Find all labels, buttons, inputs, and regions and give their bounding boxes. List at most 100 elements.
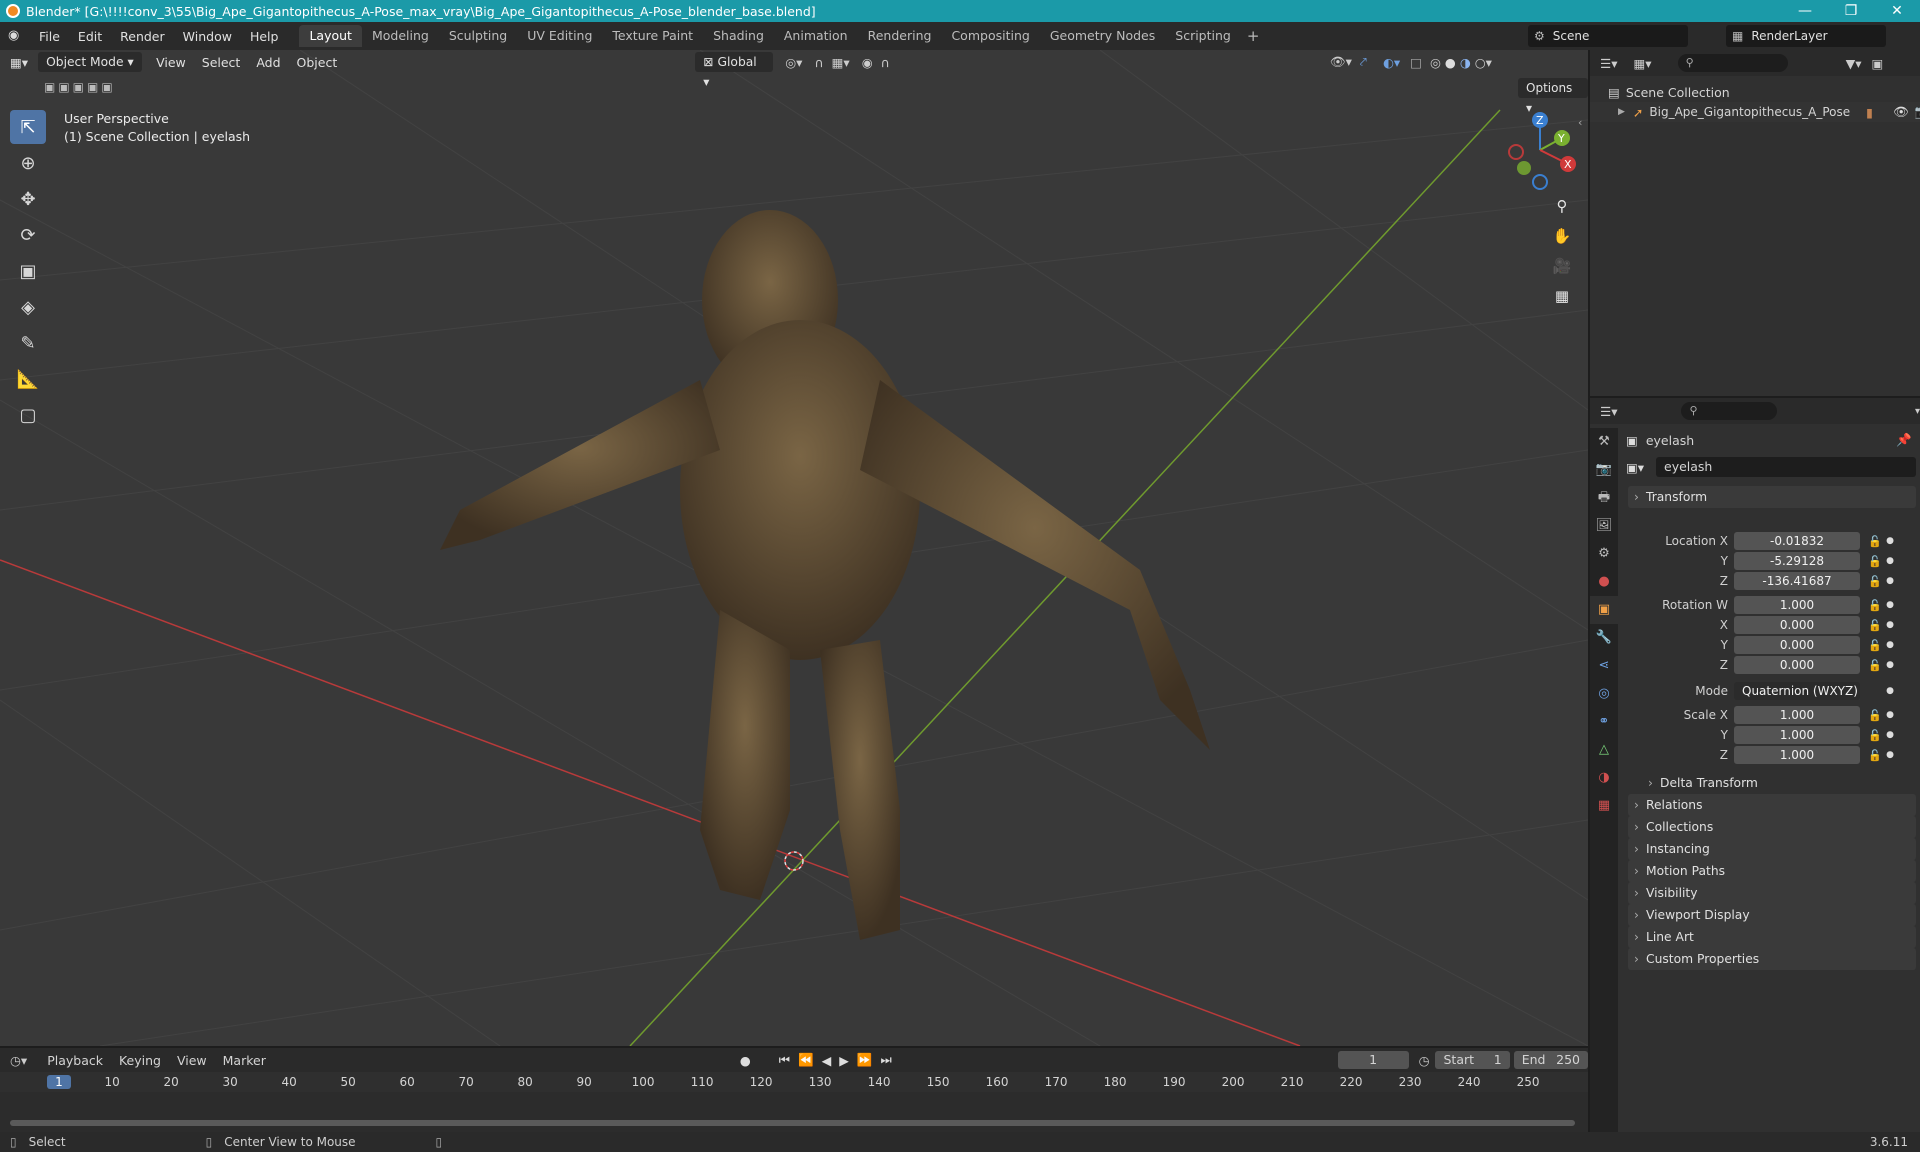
panel-custom-properties[interactable]: Custom Properties	[1628, 948, 1916, 970]
scale-z-field[interactable]: 1.000	[1734, 746, 1860, 764]
snap-target-icon[interactable]: ▦▾	[832, 55, 850, 70]
tab-geometry-nodes[interactable]: Geometry Nodes	[1040, 25, 1165, 47]
scale-x-field[interactable]: 1.000	[1734, 706, 1860, 724]
move-tool[interactable]: ✥	[10, 182, 46, 216]
end-frame-field[interactable]: End 250	[1513, 1051, 1588, 1069]
lock-icon[interactable]: 🔓	[1866, 709, 1884, 722]
selection-mode-buttons[interactable]: ▣▣▣▣▣	[44, 80, 116, 94]
timeline-menu-playback[interactable]: Playback	[39, 1053, 111, 1068]
tab-animation[interactable]: Animation	[774, 25, 858, 47]
keyframe-dot-icon[interactable]: ●	[1884, 750, 1896, 760]
keyframe-dot-icon[interactable]: ●	[1884, 556, 1896, 566]
start-frame-field[interactable]: Start 1	[1435, 1051, 1510, 1069]
rotate-tool[interactable]: ⟳	[10, 218, 46, 252]
data-tab-icon[interactable]: △	[1590, 736, 1618, 764]
object-tab-icon[interactable]: ▣	[1590, 596, 1618, 624]
rotation-z-field[interactable]: 0.000	[1734, 656, 1860, 674]
tab-sculpting[interactable]: Sculpting	[439, 25, 517, 47]
tab-rendering[interactable]: Rendering	[858, 25, 942, 47]
keyframe-dot-icon[interactable]: ●	[1884, 686, 1896, 696]
material-tab-icon[interactable]: ◑	[1590, 764, 1618, 792]
filter-icon[interactable]: ▼▾	[1846, 56, 1862, 71]
panel-line-art[interactable]: Line Art	[1628, 926, 1916, 948]
scene-collection-row[interactable]: ▤ Scene Collection	[1590, 82, 1920, 102]
snap-icon[interactable]: ∩	[814, 55, 823, 70]
scale-tool[interactable]: ▣	[10, 254, 46, 288]
timeline-scrollbar[interactable]	[10, 1120, 1575, 1126]
output-tab-icon[interactable]: 🖶	[1590, 484, 1618, 512]
keyframe-dot-icon[interactable]: ●	[1884, 710, 1896, 720]
view-layer-tab-icon[interactable]: 🖼	[1590, 512, 1618, 540]
navigation-gizmo[interactable]: Z Y X	[1500, 110, 1580, 190]
rotation-mode-dropdown[interactable]: Quaternion (WXYZ) ▾	[1734, 682, 1860, 716]
rotation-x-field[interactable]: 0.000	[1734, 616, 1860, 634]
material-shading-icon[interactable]: ◑	[1460, 55, 1471, 70]
object-type-icon[interactable]: ▣▾	[1626, 460, 1656, 475]
measure-tool[interactable]: 📐	[10, 362, 46, 396]
minimize-icon[interactable]: —	[1782, 0, 1828, 22]
panel-instancing[interactable]: Instancing	[1628, 838, 1916, 860]
wireframe-shading-icon[interactable]: ◎	[1430, 55, 1441, 70]
keyframe-dot-icon[interactable]: ●	[1884, 730, 1896, 740]
viewport-menu-add[interactable]: Add	[248, 55, 288, 70]
menu-file[interactable]: File	[30, 29, 69, 44]
lock-icon[interactable]: 🔓	[1866, 729, 1884, 742]
orientation-dropdown[interactable]: ⊠ Global ▾	[695, 52, 774, 89]
cursor-tool[interactable]: ⊕	[10, 146, 46, 180]
outliner-editor-icon[interactable]: ☰▾	[1600, 56, 1617, 71]
texture-tab-icon[interactable]: ▦	[1590, 792, 1618, 820]
record-icon[interactable]: ●	[740, 1053, 751, 1068]
options-dropdown[interactable]: Options ▾	[1518, 78, 1588, 115]
keyframe-dot-icon[interactable]: ●	[1884, 576, 1896, 586]
xray-icon[interactable]: □	[1410, 55, 1422, 70]
frame-ruler[interactable]: 1 10 20 30 40 50 60 70 80 90 100 110 120 130 140 150 160…	[0, 1072, 1588, 1092]
viewport-menu-view[interactable]: View	[148, 55, 194, 70]
lock-icon[interactable]: 🔓	[1866, 575, 1884, 588]
lock-icon[interactable]: 🔓	[1866, 555, 1884, 568]
menu-render[interactable]: Render	[111, 29, 174, 44]
new-collection-icon[interactable]: ▣	[1871, 56, 1883, 71]
rotation-w-field[interactable]: 1.000	[1734, 596, 1860, 614]
add-cube-tool[interactable]: ▢	[10, 398, 46, 432]
overlay-icon[interactable]: ◐▾	[1383, 55, 1400, 70]
tab-uv-editing[interactable]: UV Editing	[517, 25, 602, 47]
prev-keyframe-icon[interactable]: ⏪	[798, 1052, 814, 1068]
panel-collections[interactable]: Collections	[1628, 816, 1916, 838]
lock-icon[interactable]: 🔓	[1866, 535, 1884, 548]
keyframe-dot-icon[interactable]: ●	[1884, 536, 1896, 546]
tab-scripting[interactable]: Scripting	[1165, 25, 1241, 47]
keyframe-dot-icon[interactable]: ●	[1884, 640, 1896, 650]
menu-window[interactable]: Window	[174, 29, 241, 44]
scene-tab-icon[interactable]: ⚙	[1590, 540, 1618, 568]
3d-viewport[interactable]: ▦▾ Object Mode ▾ View Select Add Object ⊠ G…	[0, 50, 1588, 1046]
timeline-menu-marker[interactable]: Marker	[215, 1053, 274, 1068]
current-frame-field[interactable]: 1	[1337, 1051, 1409, 1069]
lock-icon[interactable]: 🔓	[1866, 619, 1884, 632]
pin-icon[interactable]: 📌	[1896, 432, 1912, 448]
editor-type-icon[interactable]: ▦▾	[10, 55, 28, 70]
physics-tab-icon[interactable]: ◎	[1590, 680, 1618, 708]
zoom-icon[interactable]: ⚲	[1548, 192, 1576, 220]
clock-icon[interactable]: ◷	[1419, 1053, 1430, 1068]
options-chevron-icon[interactable]: ▾	[1915, 406, 1920, 417]
mode-dropdown[interactable]: Object Mode ▾	[38, 52, 143, 72]
timeline-menu-view[interactable]: View	[169, 1053, 215, 1068]
display-mode-icon[interactable]: ▦▾	[1633, 56, 1651, 71]
eye-icon[interactable]: 👁	[1893, 104, 1909, 120]
tab-texture-paint[interactable]: Texture Paint	[602, 25, 703, 47]
sidebar-toggle-icon[interactable]: ‹	[1578, 116, 1582, 129]
scale-y-field[interactable]: 1.000	[1734, 726, 1860, 744]
expand-arrow-icon[interactable]: ▶	[1618, 107, 1625, 117]
scene-selector[interactable]: ⚙ Scene	[1528, 25, 1688, 47]
rendered-shading-icon[interactable]: ○▾	[1475, 55, 1492, 70]
play-icon[interactable]: ▶	[839, 1053, 849, 1068]
proportional-edit-icon[interactable]: ◉	[862, 55, 873, 70]
jump-start-icon[interactable]: ⏮	[779, 1052, 790, 1068]
camera-view-icon[interactable]: 🎥	[1548, 252, 1576, 280]
location-x-field[interactable]: -0.01832	[1734, 532, 1860, 550]
lock-icon[interactable]: 🔓	[1866, 639, 1884, 652]
blender-menu-icon[interactable]: ◉	[8, 28, 26, 44]
add-workspace-icon[interactable]: +	[1247, 27, 1260, 45]
outliner-search-input[interactable]: ⚲	[1677, 54, 1788, 72]
falloff-icon[interactable]: ∩	[881, 55, 890, 70]
